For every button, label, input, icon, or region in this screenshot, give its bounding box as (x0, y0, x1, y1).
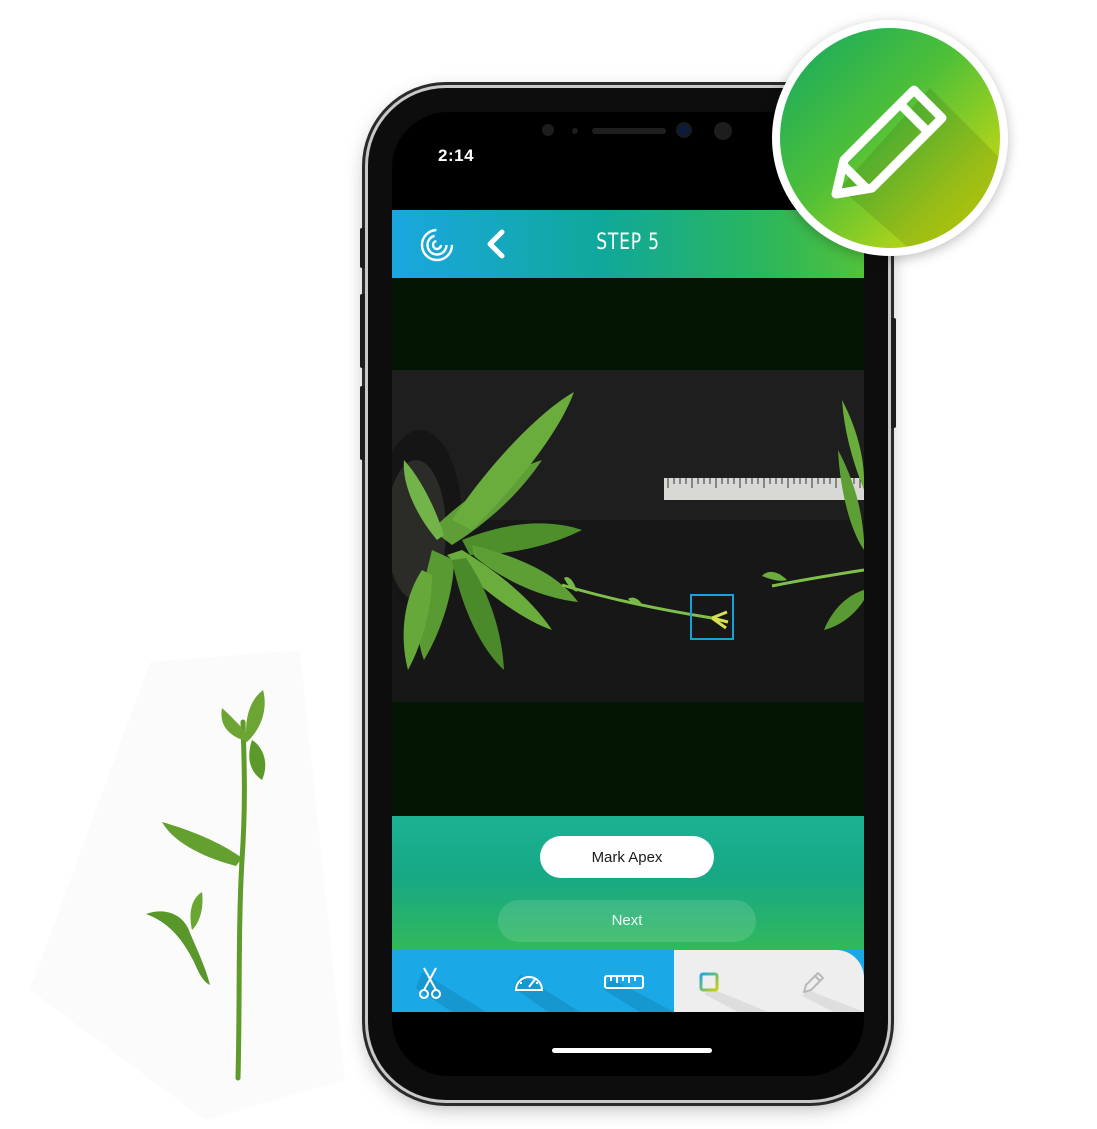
plant-photo-image (392, 370, 864, 702)
pencil-icon (802, 972, 864, 1012)
ruler-in-photo (664, 478, 864, 500)
mark-apex-button[interactable]: Mark Apex (540, 836, 714, 878)
sensor-dot (572, 128, 578, 134)
pencil-icon (831, 85, 1000, 248)
page-title: STEP 5 (596, 230, 660, 255)
notch (500, 112, 762, 156)
earpiece-speaker (592, 128, 666, 134)
app-header: STEP 5 (392, 210, 864, 278)
scissors-icon (416, 967, 486, 1012)
image-viewer[interactable] (392, 278, 864, 816)
bottom-toolbar (392, 950, 864, 1012)
status-time: 2:14 (438, 146, 475, 165)
next-button[interactable]: Next (498, 900, 756, 942)
sensor-dot (542, 124, 554, 136)
square-select-icon (699, 972, 768, 1012)
plant-photo[interactable] (392, 370, 864, 702)
phone-device: 2:14 STEP 5 Mark Apex Next (360, 88, 896, 1100)
phone-screen: 2:14 STEP 5 Mark Apex Next (392, 112, 864, 1076)
gauge-icon (514, 974, 580, 1012)
badge-circle (780, 28, 1000, 248)
volume-up-button (360, 294, 365, 368)
power-button (891, 318, 896, 428)
action-panel: Mark Apex Next (392, 816, 864, 950)
tool-gauge[interactable] (486, 950, 580, 1012)
mute-switch (360, 228, 365, 268)
tool-square-select[interactable] (674, 950, 768, 1012)
tool-scissors[interactable] (392, 950, 486, 1012)
sensor-dot (714, 122, 732, 140)
volume-down-button (360, 386, 365, 460)
tool-pencil[interactable] (768, 950, 864, 1012)
tool-ruler[interactable] (580, 950, 674, 1012)
front-camera (678, 124, 690, 136)
ruler-icon (604, 975, 674, 1012)
home-indicator[interactable] (552, 1048, 712, 1053)
edit-badge (772, 20, 1008, 256)
